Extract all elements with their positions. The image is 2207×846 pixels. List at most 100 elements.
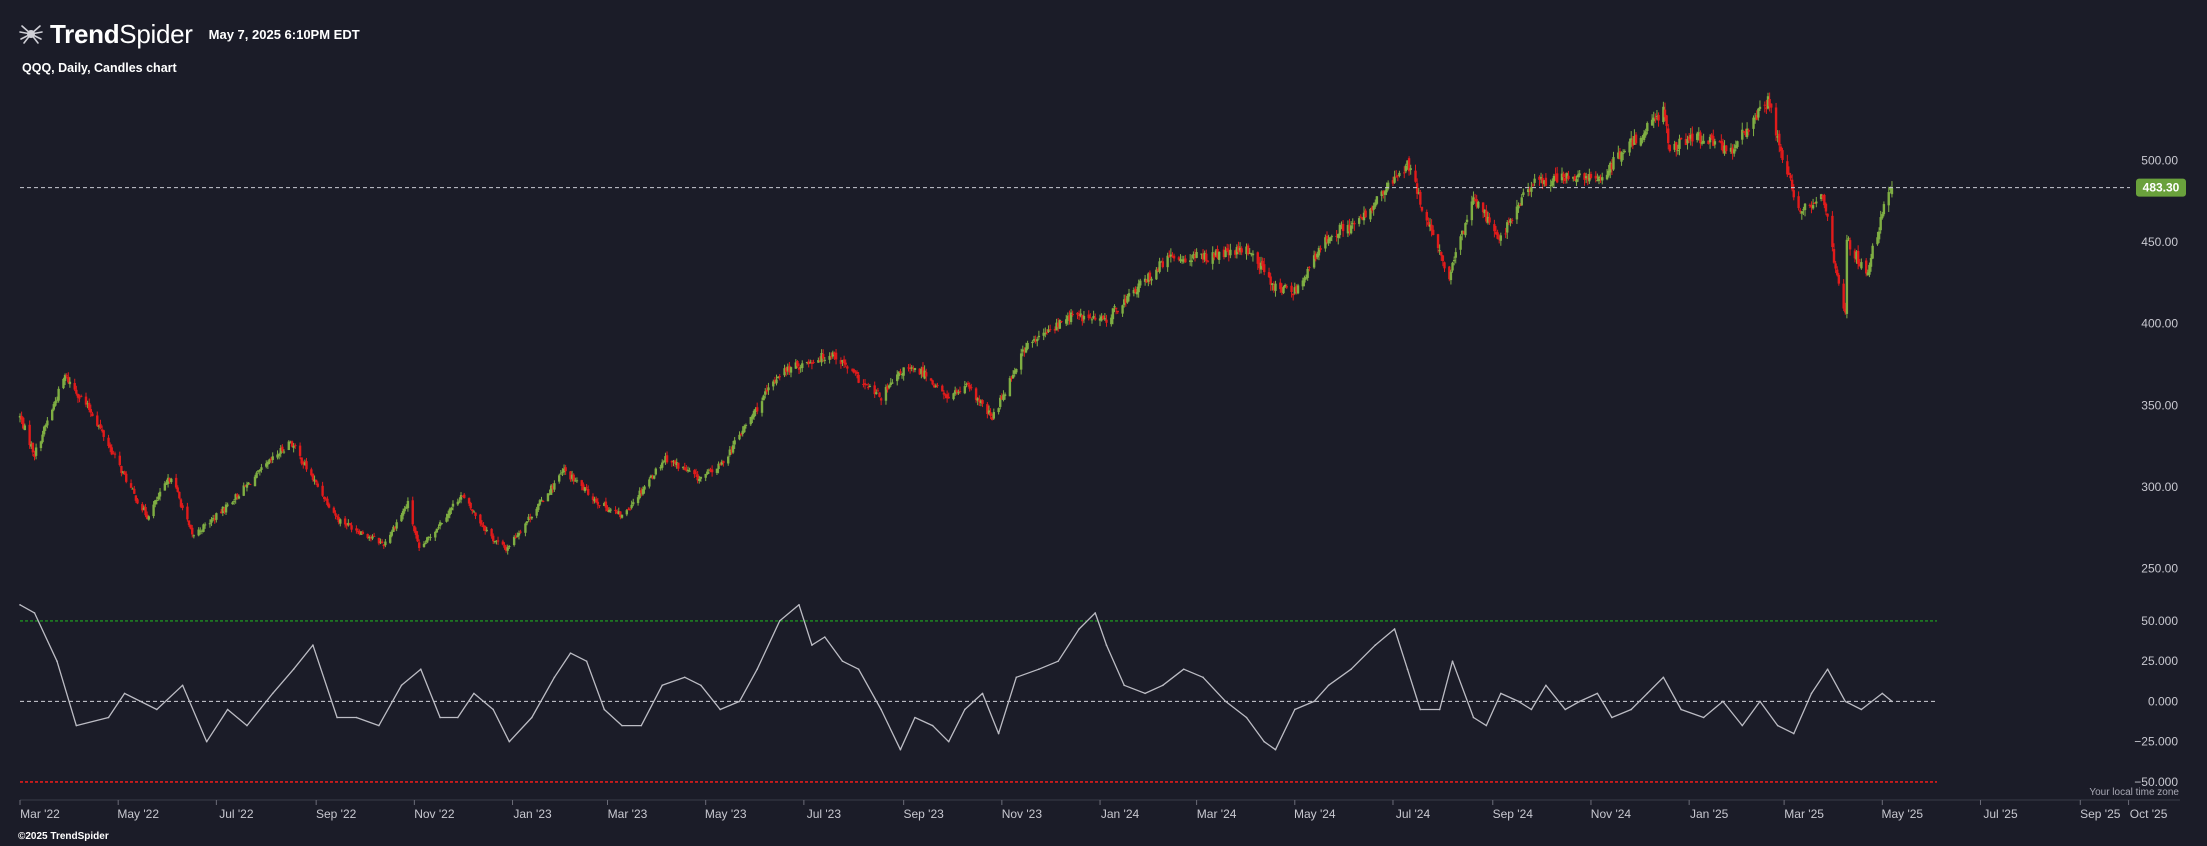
chart-canvas[interactable]: 250.00 300.00 350.00 400.00 450.00 500.00 50.0… (0, 0, 2207, 846)
candle-body (598, 505, 601, 507)
candle-body (451, 503, 455, 507)
candle-up (57, 386, 60, 403)
candle-body (1555, 173, 1559, 183)
oscillator-point (1530, 708, 1533, 711)
x-axis-label: Nov '24 (1591, 807, 1632, 821)
candle-down (113, 451, 117, 459)
oscillator-point (107, 716, 110, 719)
candle-body (1425, 211, 1428, 221)
candle-body (343, 518, 347, 525)
candle-body (1657, 114, 1660, 121)
oscillator-point (997, 732, 1000, 735)
candle-body (224, 504, 228, 513)
oscillator-point (1646, 692, 1649, 695)
candle-body (1409, 168, 1412, 171)
oscillator-point (1202, 676, 1204, 679)
candle-down (586, 485, 590, 496)
candle-down (1116, 310, 1119, 314)
candle-body (1834, 263, 1837, 269)
candle-body (1881, 214, 1884, 219)
candle-body (1398, 172, 1401, 177)
candle-body (424, 542, 427, 544)
x-axis-label: Jul '24 (1396, 807, 1431, 821)
oscillator-point (1844, 700, 1847, 703)
candle-body (472, 511, 476, 513)
candle-body (694, 472, 698, 474)
candle-body (348, 523, 352, 525)
candle-body (467, 498, 471, 504)
x-axis-label: Mar '22 (20, 807, 60, 821)
candle-body (1860, 262, 1863, 269)
candle-down (120, 465, 123, 477)
candle-body (1877, 231, 1881, 240)
candle-body (1644, 131, 1647, 136)
candle-body (1628, 141, 1631, 153)
candle-down (1285, 284, 1288, 289)
candle-up (902, 367, 905, 381)
candle-up (767, 382, 770, 395)
candle-down (978, 395, 981, 406)
candle-body (1510, 219, 1514, 222)
candle-body (78, 397, 81, 399)
candle-up (435, 528, 439, 533)
candle-body (1036, 339, 1039, 342)
oscillator-point (271, 692, 274, 695)
candle-body (966, 382, 970, 385)
candle-up (1515, 199, 1519, 224)
candle-up (1509, 218, 1512, 227)
candle-body (525, 521, 529, 524)
candle-up (371, 534, 374, 541)
candle-body (693, 470, 696, 475)
candle-body (1113, 306, 1116, 308)
candle-body (652, 475, 656, 479)
candle-down (463, 493, 466, 499)
candle-down (84, 392, 88, 408)
candle-up (1597, 175, 1601, 185)
candle-body (1217, 251, 1221, 260)
candle-body (1240, 248, 1243, 253)
candle-body (157, 496, 160, 500)
candle-down (377, 537, 381, 546)
candle-body (876, 390, 880, 392)
candle-body (429, 537, 432, 539)
oscillator-point (1860, 708, 1863, 711)
candle-down (941, 384, 944, 392)
candle-body (215, 513, 218, 520)
oscillator-point (621, 724, 623, 727)
x-axis-label: Oct '25 (2130, 807, 2168, 821)
candle-body (125, 473, 128, 482)
candle-body (1161, 261, 1165, 268)
candle-down (1842, 279, 1845, 312)
candle-body (1285, 286, 1288, 288)
candle-body (1668, 145, 1672, 152)
oscillator-point (1485, 724, 1488, 727)
candle-body (41, 434, 44, 443)
candle-down (1407, 156, 1411, 176)
candle-body (899, 371, 902, 373)
timezone-note[interactable]: Your local time zone (2089, 787, 2179, 798)
candle-body (1702, 140, 1705, 144)
candle-body (192, 535, 196, 537)
candle-body (1089, 317, 1092, 319)
candle-body (1087, 314, 1090, 318)
candle-body (450, 507, 453, 511)
candle-body (1678, 138, 1681, 149)
candle-body (767, 387, 770, 391)
oscillator-point (1350, 668, 1352, 671)
candle-down (1414, 164, 1417, 183)
candle-body (1564, 178, 1567, 181)
candle-body (1675, 142, 1678, 150)
candle-down (372, 532, 376, 537)
candle-body (1665, 115, 1668, 126)
candle-body (39, 441, 43, 449)
candle-body (913, 368, 917, 370)
candle-body (1836, 269, 1839, 276)
candle-body (846, 366, 849, 369)
oscillator-point (205, 740, 208, 743)
candle-up (524, 522, 527, 537)
candle-body (411, 500, 414, 525)
candle-body (75, 389, 78, 394)
candle-down (986, 402, 989, 419)
candle-body (955, 390, 958, 393)
oscillator-point (508, 740, 511, 743)
